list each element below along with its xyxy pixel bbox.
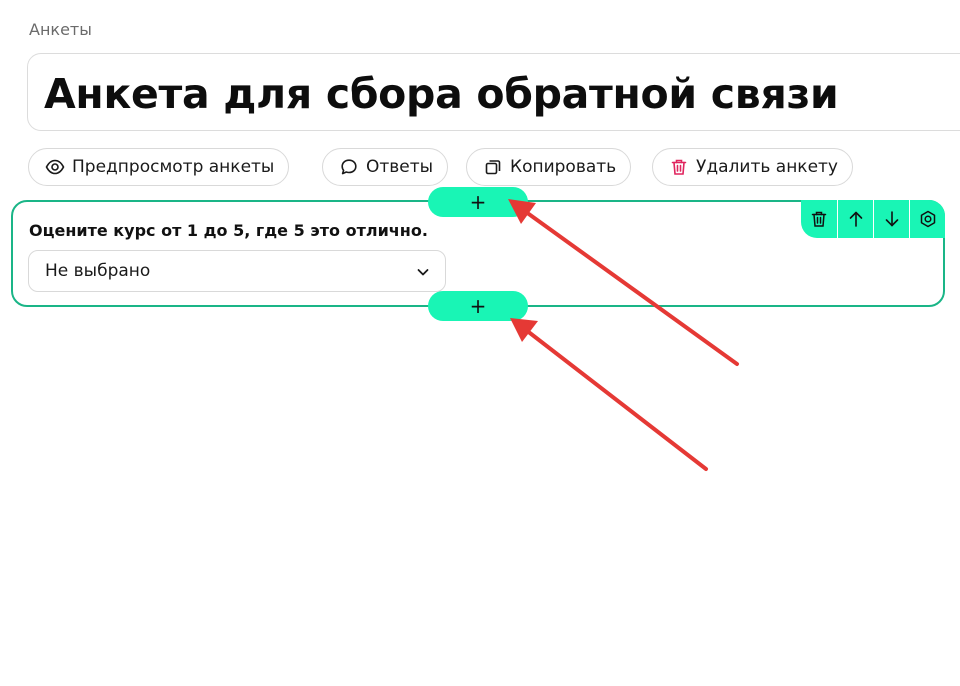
delete-question-button[interactable]: [801, 200, 837, 238]
move-up-button[interactable]: [837, 200, 873, 238]
answers-button-label: Ответы: [366, 157, 434, 177]
page-title: Анкета для сбора обратной связи: [44, 70, 839, 118]
question-actions: [801, 200, 945, 238]
arrow-up-icon: [849, 211, 862, 227]
answers-button[interactable]: Ответы: [322, 148, 449, 186]
add-question-above-button[interactable]: +: [428, 187, 528, 217]
add-question-below-button[interactable]: +: [428, 291, 528, 321]
delete-form-button-label: Удалить анкету: [696, 157, 838, 177]
copy-icon: [483, 157, 503, 177]
trash-icon: [669, 157, 689, 177]
question-text: Оцените курс от 1 до 5, где 5 это отличн…: [29, 221, 428, 240]
answer-select-value: Не выбрано: [45, 261, 151, 281]
gear-icon: [920, 210, 935, 228]
preview-button-label: Предпросмотр анкеты: [72, 157, 275, 177]
breadcrumb[interactable]: Анкеты: [29, 20, 92, 39]
eye-icon: [45, 157, 65, 177]
trash-icon: [811, 211, 827, 227]
chevron-down-icon: [417, 269, 429, 276]
copy-button[interactable]: Копировать: [466, 148, 632, 186]
question-settings-button[interactable]: [909, 200, 945, 238]
answer-select[interactable]: Не выбрано: [28, 250, 446, 292]
arrow-down-icon: [885, 211, 898, 227]
form-title-field[interactable]: Анкета для сбора обратной связи: [27, 53, 960, 131]
preview-button[interactable]: Предпросмотр анкеты: [28, 148, 290, 186]
annotation-arrow-bottom: [510, 318, 708, 471]
copy-button-label: Копировать: [510, 157, 617, 177]
delete-form-button[interactable]: Удалить анкету: [652, 148, 853, 186]
speech-bubble-icon: [339, 157, 359, 177]
move-down-button[interactable]: [873, 200, 909, 238]
